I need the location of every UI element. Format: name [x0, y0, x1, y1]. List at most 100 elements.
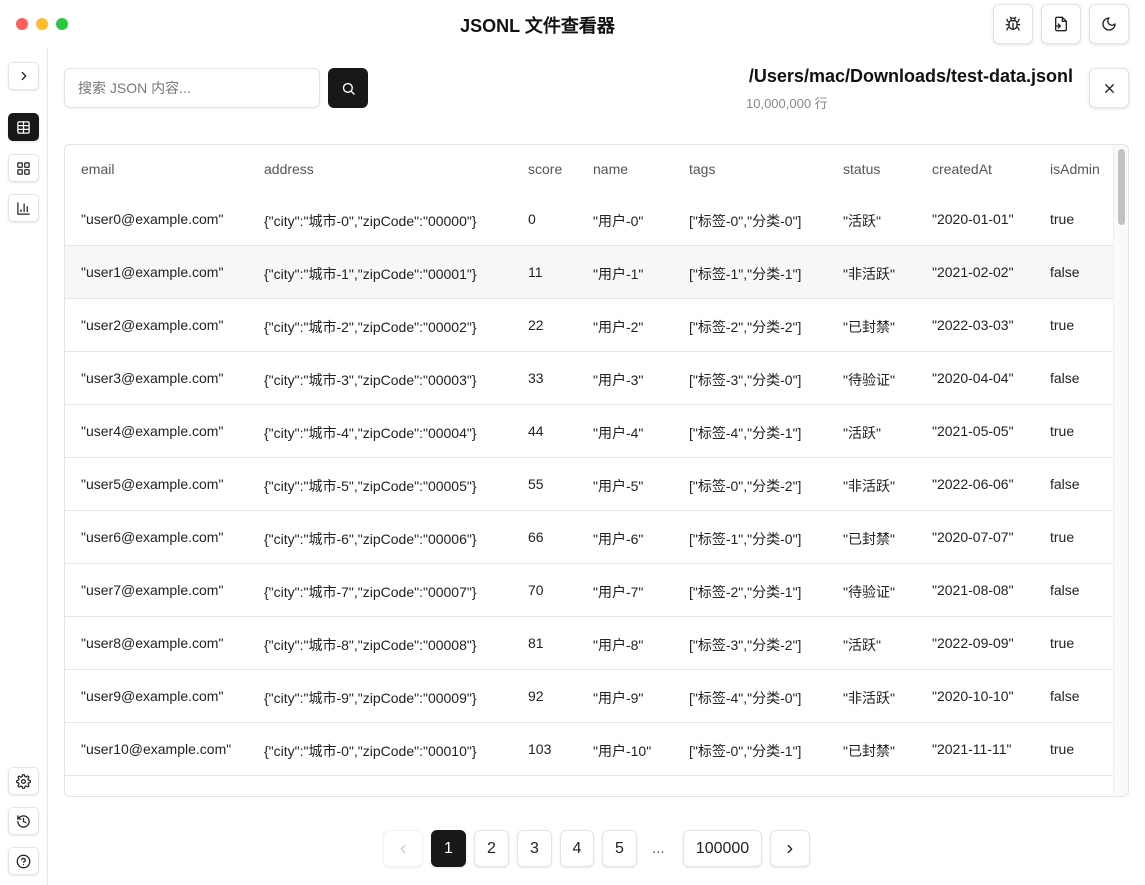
theme-toggle-button[interactable]: [1089, 4, 1129, 44]
cell-email: "user3@example.com": [81, 370, 224, 386]
cell-score: 92: [528, 688, 544, 704]
chevron-right-icon: [17, 69, 31, 83]
cell-isAdmin: false: [1050, 370, 1080, 386]
close-icon: [1102, 81, 1117, 96]
cell-email: "user8@example.com": [81, 635, 224, 651]
table-row[interactable]: "user0@example.com" {"city":"城市-0","zipCo…: [65, 193, 1113, 246]
cell-isAdmin: false: [1050, 582, 1080, 598]
cell-status: "待验证": [843, 584, 895, 600]
export-button[interactable]: [1041, 4, 1081, 44]
table-row[interactable]: "user7@example.com" {"city":"城市-7","zipCo…: [65, 564, 1113, 617]
cell-score: 33: [528, 370, 544, 386]
page-button-1[interactable]: 1: [431, 830, 466, 867]
table-row[interactable]: "user9@example.com" {"city":"城市-9","zipCo…: [65, 670, 1113, 723]
column-header-address[interactable]: address: [264, 161, 314, 177]
cell-name: "用户-2": [593, 319, 644, 335]
help-button[interactable]: [8, 847, 39, 875]
cell-status: "非活跃": [843, 478, 895, 494]
cell-email: "user10@example.com": [81, 741, 232, 757]
cell-isAdmin: true: [1050, 529, 1075, 545]
cell-address: {"city":"城市-0","zipCode":"00010"}: [264, 743, 477, 759]
page-button-4[interactable]: 4: [560, 830, 594, 867]
cell-isAdmin: true: [1050, 635, 1075, 651]
page-button-3[interactable]: 3: [517, 830, 552, 867]
cell-createdAt: "2020-07-07": [932, 529, 1014, 545]
cell-score: 11: [528, 264, 543, 280]
cell-name: "用户-8": [593, 637, 644, 653]
chevron-left-icon: [396, 842, 410, 856]
export-icon: [1053, 16, 1069, 32]
last-page-button[interactable]: 100000: [683, 830, 762, 867]
page-button-2[interactable]: 2: [474, 830, 509, 867]
page-ellipsis: ...: [652, 840, 665, 857]
cell-email: "user4@example.com": [81, 423, 224, 439]
cell-email: "user9@example.com": [81, 688, 224, 704]
search-button[interactable]: [328, 68, 368, 108]
cell-createdAt: "2021-05-05": [932, 423, 1014, 439]
file-path: /Users/mac/Downloads/test-data.jsonl: [748, 66, 1073, 86]
table-row[interactable]: "user5@example.com" {"city":"城市-5","zipCo…: [65, 458, 1113, 511]
cell-address: {"city":"城市-0","zipCode":"00000"}: [264, 213, 477, 229]
table-header: email address score name tags status createdAt…: [65, 145, 1113, 193]
cell-tags: ["标签-1","分类-1"]: [689, 266, 802, 282]
cell-name: "用户-9": [593, 690, 644, 706]
cell-name: "用户-10": [593, 743, 652, 759]
settings-button[interactable]: [8, 767, 39, 795]
column-header-createdAt[interactable]: createdAt: [932, 161, 992, 177]
cell-isAdmin: false: [1050, 476, 1080, 492]
table-row[interactable]: "user3@example.com" {"city":"城市-3","zipCo…: [65, 352, 1113, 405]
column-header-name[interactable]: name: [593, 161, 628, 177]
search-input[interactable]: [64, 68, 320, 108]
app-title: JSONL 文件查看器: [460, 16, 615, 36]
close-file-button[interactable]: [1089, 68, 1129, 108]
column-header-status[interactable]: status: [843, 161, 880, 177]
scroll-thumb[interactable]: [1118, 149, 1125, 225]
cell-score: 0: [528, 211, 536, 227]
table-row[interactable]: "user8@example.com" {"city":"城市-8","zipCo…: [65, 617, 1113, 670]
page-button-5[interactable]: 5: [602, 830, 637, 867]
cell-name: "用户-1": [593, 266, 644, 282]
table-row-partial[interactable]: [65, 776, 1113, 796]
bar-chart-icon: [16, 201, 31, 216]
column-header-score[interactable]: score: [528, 161, 562, 177]
cell-tags: ["标签-0","分类-2"]: [689, 478, 802, 494]
cell-score: 22: [528, 317, 544, 333]
grid-icon: [16, 161, 31, 176]
column-header-email[interactable]: email: [81, 161, 114, 177]
table-row[interactable]: "user6@example.com" {"city":"城市-6","zipCo…: [65, 511, 1113, 564]
cell-tags: ["标签-1","分类-0"]: [689, 531, 802, 547]
title-bar: JSONL 文件查看器: [0, 0, 1145, 48]
chevron-right-icon: [783, 842, 797, 856]
cell-status: "活跃": [843, 637, 881, 653]
cell-score: 81: [528, 635, 544, 651]
column-header-isAdmin[interactable]: isAdmin: [1050, 161, 1100, 177]
table-row[interactable]: "user2@example.com" {"city":"城市-2","zipCo…: [65, 299, 1113, 352]
chart-view-button[interactable]: [8, 194, 39, 222]
prev-page-button[interactable]: [383, 830, 423, 867]
line-count: 10,000,000 行: [746, 96, 828, 111]
history-button[interactable]: [8, 807, 39, 835]
cell-isAdmin: true: [1050, 423, 1075, 439]
cell-address: {"city":"城市-6","zipCode":"00006"}: [264, 531, 477, 547]
cell-isAdmin: true: [1050, 211, 1075, 227]
cell-email: "user0@example.com": [81, 211, 224, 227]
table-scrollbar[interactable]: [1113, 145, 1128, 796]
cell-address: {"city":"城市-2","zipCode":"00002"}: [264, 319, 477, 335]
debug-button[interactable]: [993, 4, 1033, 44]
expand-sidebar-button[interactable]: [8, 62, 39, 90]
sidebar: [0, 48, 48, 885]
cell-isAdmin: true: [1050, 741, 1075, 757]
cell-address: {"city":"城市-7","zipCode":"00007"}: [264, 584, 477, 600]
cell-status: "已封禁": [843, 531, 895, 547]
grid-view-button[interactable]: [8, 154, 39, 182]
help-icon: [16, 854, 31, 869]
column-header-tags[interactable]: tags: [689, 161, 715, 177]
history-icon: [16, 814, 31, 829]
table-row[interactable]: "user1@example.com" {"city":"城市-1","zipCo…: [65, 246, 1113, 299]
cell-createdAt: "2022-06-06": [932, 476, 1014, 492]
cell-isAdmin: false: [1050, 688, 1080, 704]
next-page-button[interactable]: [770, 830, 810, 867]
table-view-button[interactable]: [8, 113, 39, 141]
table-row[interactable]: "user10@example.com" {"city":"城市-0","zipC…: [65, 723, 1113, 776]
table-row[interactable]: "user4@example.com" {"city":"城市-4","zipCo…: [65, 405, 1113, 458]
